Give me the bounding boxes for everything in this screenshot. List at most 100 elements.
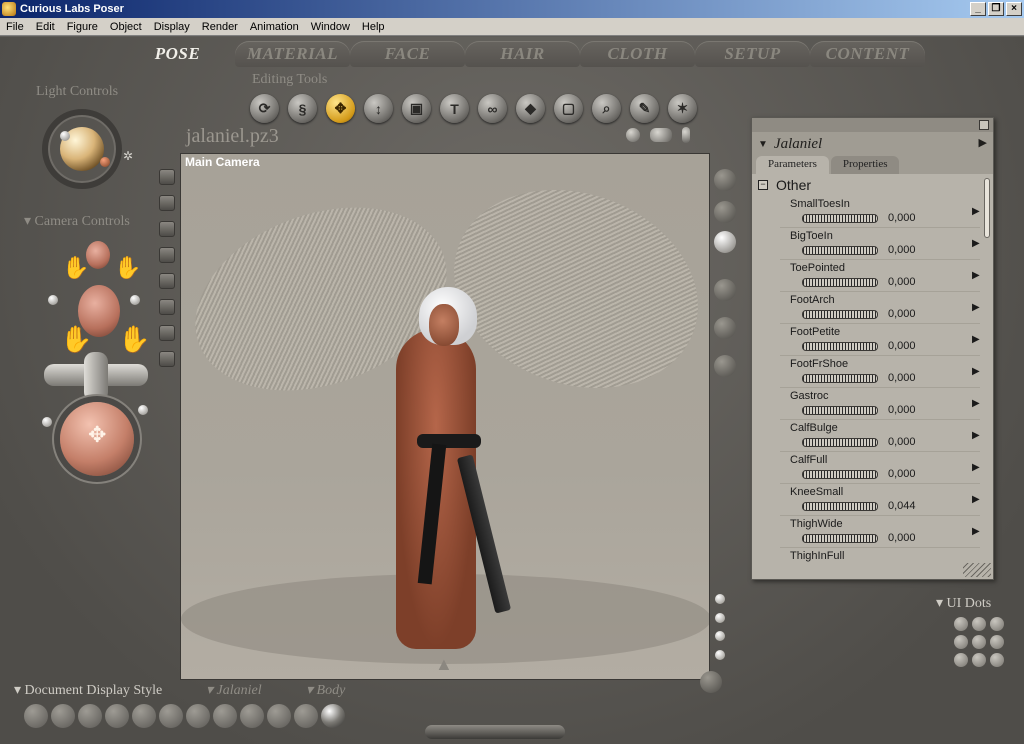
- parameter-menu-arrow-icon[interactable]: ▶: [972, 206, 980, 217]
- viewport-side-button-3[interactable]: [159, 221, 175, 237]
- cartoon-style-icon[interactable]: [213, 704, 237, 728]
- menu-display[interactable]: Display: [148, 21, 196, 33]
- move-xz-icon[interactable]: [650, 128, 672, 142]
- parameter-dial[interactable]: [802, 310, 878, 319]
- view-magnifier-icon[interactable]: ⌕: [592, 94, 621, 123]
- viewport-side-button-6[interactable]: [159, 299, 175, 315]
- tab-properties[interactable]: Properties: [830, 156, 900, 174]
- twist-icon[interactable]: §: [288, 94, 317, 123]
- texture-shaded-style-icon[interactable]: [321, 704, 345, 728]
- parameter-value[interactable]: 0,000: [888, 468, 916, 480]
- ui-dot[interactable]: [954, 617, 968, 631]
- poser-app-icon[interactable]: [2, 2, 16, 16]
- rotate-right-hand-icon[interactable]: ✋: [118, 324, 150, 355]
- move-y-camera-control[interactable]: [84, 352, 108, 402]
- panel-resize-grip[interactable]: [963, 563, 991, 577]
- rotate-left-hand-icon[interactable]: ✋: [60, 324, 92, 355]
- menu-window[interactable]: Window: [305, 21, 356, 33]
- viewport-right-button-1[interactable]: [714, 169, 736, 191]
- direct-manipulation-icon[interactable]: ✶: [668, 94, 697, 123]
- parameter-group[interactable]: − Other: [752, 174, 993, 196]
- ui-dot[interactable]: [972, 635, 986, 649]
- right-hand-camera-icon[interactable]: ✋: [114, 255, 141, 281]
- tab-content[interactable]: CONTENT: [810, 41, 925, 67]
- tab-face[interactable]: FACE: [350, 41, 465, 67]
- chain-break-icon[interactable]: ∞: [478, 94, 507, 123]
- parameter-menu-arrow-icon[interactable]: ▶: [972, 238, 980, 249]
- animation-controls-tab[interactable]: [425, 725, 565, 739]
- menu-file[interactable]: File: [0, 21, 30, 33]
- parameter-value[interactable]: 0,000: [888, 276, 916, 288]
- animating-camera-icon[interactable]: [48, 295, 58, 305]
- camera-dot-left[interactable]: [42, 417, 52, 427]
- tab-setup[interactable]: SETUP: [695, 41, 810, 67]
- smooth-lined-style-icon[interactable]: [294, 704, 318, 728]
- camera-trackball[interactable]: ✥: [60, 402, 134, 476]
- panel-close-button[interactable]: [979, 120, 989, 130]
- document-display-style-label[interactable]: ▾ Document Display Style: [14, 682, 162, 699]
- parameter-list-scrollbar[interactable]: [984, 178, 990, 238]
- minimize-button[interactable]: _: [970, 2, 986, 16]
- panel-header[interactable]: ▼ Jalaniel ▶: [752, 132, 993, 156]
- ui-dot[interactable]: [972, 653, 986, 667]
- tab-parameters[interactable]: Parameters: [756, 156, 829, 174]
- collapse-triangle-icon[interactable]: ▼: [758, 139, 768, 150]
- ui-dot[interactable]: [954, 653, 968, 667]
- parameter-value[interactable]: 0,000: [888, 436, 916, 448]
- viewport-dot-1[interactable]: [715, 594, 725, 604]
- parameter-value[interactable]: 0,000: [888, 212, 916, 224]
- viewport-side-button-2[interactable]: [159, 195, 175, 211]
- restore-button[interactable]: ❐: [988, 2, 1004, 16]
- parameter-dial[interactable]: [802, 502, 878, 511]
- parameter-row[interactable]: CalfBulge 0,000 ▶: [780, 420, 980, 452]
- grouping-icon[interactable]: ▢: [554, 94, 583, 123]
- parameter-value[interactable]: 0,000: [888, 404, 916, 416]
- parameter-value[interactable]: 0,000: [888, 244, 916, 256]
- viewport-dot-3[interactable]: [715, 631, 725, 641]
- menu-animation[interactable]: Animation: [244, 21, 305, 33]
- light-handle-1[interactable]: [60, 131, 70, 141]
- rotate-icon[interactable]: ⟳: [250, 94, 279, 123]
- viewport-side-button-5[interactable]: [159, 273, 175, 289]
- parameter-menu-arrow-icon[interactable]: ▶: [972, 494, 980, 505]
- parameter-row[interactable]: ThighInFull: [780, 548, 980, 579]
- viewport-bottom-button[interactable]: [700, 671, 722, 693]
- viewport-side-button-1[interactable]: [159, 169, 175, 185]
- viewport-dot-2[interactable]: [715, 613, 725, 623]
- camera-name[interactable]: Main Camera: [185, 155, 260, 169]
- viewport-right-button-5[interactable]: [714, 317, 736, 339]
- parameter-menu-arrow-icon[interactable]: ▶: [972, 430, 980, 441]
- ui-dot[interactable]: [990, 617, 1004, 631]
- cartoon-lines-style-icon[interactable]: [240, 704, 264, 728]
- parameter-value[interactable]: 0,000: [888, 308, 916, 320]
- parameter-menu-arrow-icon[interactable]: ▶: [972, 398, 980, 409]
- ui-dot[interactable]: [990, 653, 1004, 667]
- tab-hair[interactable]: HAIR: [465, 41, 580, 67]
- parameter-row[interactable]: SmallToesIn 0,000 ▶: [780, 196, 980, 228]
- face-camera-icon[interactable]: [86, 241, 110, 269]
- ui-dot[interactable]: [954, 635, 968, 649]
- hidden-line-style-icon[interactable]: [105, 704, 129, 728]
- element-display-style-label[interactable]: ▾ Body: [306, 682, 345, 699]
- parameter-row[interactable]: FootArch 0,000 ▶: [780, 292, 980, 324]
- lit-wireframe-style-icon[interactable]: [132, 704, 156, 728]
- outline-style-icon[interactable]: [51, 704, 75, 728]
- parameter-row[interactable]: ToePointed 0,000 ▶: [780, 260, 980, 292]
- light-handle-2[interactable]: [100, 157, 110, 167]
- collapse-group-icon[interactable]: −: [758, 180, 768, 190]
- parameter-row[interactable]: ThighWide 0,000 ▶: [780, 516, 980, 548]
- move-y-icon[interactable]: [682, 127, 690, 143]
- flat-lined-style-icon[interactable]: [186, 704, 210, 728]
- light-properties-icon[interactable]: ✲: [123, 149, 133, 163]
- tab-material[interactable]: MATERIAL: [235, 41, 350, 67]
- parameter-dial[interactable]: [802, 534, 878, 543]
- parameter-row[interactable]: KneeSmall 0,044 ▶: [780, 484, 980, 516]
- color-icon[interactable]: ◆: [516, 94, 545, 123]
- tab-pose[interactable]: POSE: [120, 41, 235, 67]
- menu-render[interactable]: Render: [196, 21, 244, 33]
- left-hand-camera-icon[interactable]: ✋: [62, 255, 89, 281]
- parameter-menu-arrow-icon[interactable]: ▶: [972, 270, 980, 281]
- camera-dot-right[interactable]: [138, 405, 148, 415]
- parameter-row[interactable]: FootFrShoe 0,000 ▶: [780, 356, 980, 388]
- wireframe-style-icon[interactable]: [78, 704, 102, 728]
